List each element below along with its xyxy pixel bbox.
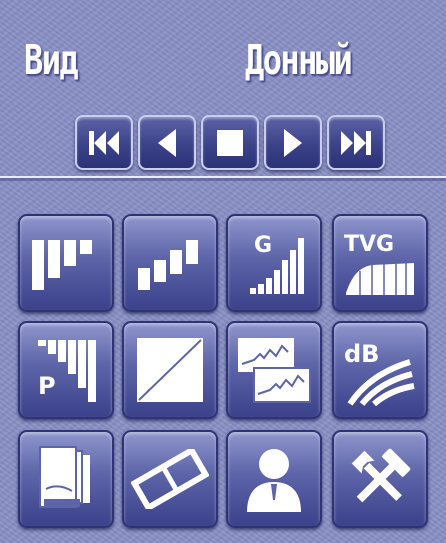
tvg-curve-icon: TVG <box>344 232 414 295</box>
pages-button[interactable] <box>18 430 114 528</box>
diagonal-line-icon <box>137 338 203 402</box>
play-icon <box>284 128 302 157</box>
previous-button[interactable] <box>138 115 196 170</box>
rising-bars-button[interactable] <box>122 214 218 312</box>
gain-button[interactable]: G <box>226 214 322 312</box>
decibel-waves-icon: dB <box>344 340 415 406</box>
diagonal-button[interactable] <box>122 321 218 419</box>
tvg-button[interactable]: TVG <box>332 214 428 312</box>
transport-controls <box>75 115 385 170</box>
power-letter: P <box>38 372 56 400</box>
view-row: Вид Донный <box>0 30 446 90</box>
gain-letter: G <box>254 233 272 258</box>
tilted-frame-icon <box>131 449 209 509</box>
rising-bars-icon <box>138 240 198 290</box>
skip-back-icon <box>89 130 119 155</box>
tools-icon <box>351 448 411 503</box>
view-label: Вид <box>24 36 79 84</box>
function-grid: G TVG P dB <box>18 214 428 540</box>
histogram-icon <box>32 240 92 290</box>
play-button[interactable] <box>264 115 322 170</box>
view-mode-value[interactable]: Донный <box>245 30 353 90</box>
user-button[interactable] <box>226 430 322 528</box>
tilted-frame-button[interactable] <box>122 430 218 528</box>
stop-button[interactable] <box>201 115 259 170</box>
power-button[interactable]: P <box>18 321 114 419</box>
waveform-button[interactable] <box>226 321 322 419</box>
skip-forward-icon <box>341 130 371 155</box>
stacked-pages-icon <box>39 446 90 508</box>
decibel-button[interactable]: dB <box>332 321 428 419</box>
gain-bars-icon: G <box>250 233 304 294</box>
tvg-label: TVG <box>344 232 394 257</box>
user-icon <box>247 449 301 512</box>
stacked-waveforms-icon <box>238 338 311 403</box>
play-reverse-icon <box>158 128 176 157</box>
power-bars-icon: P <box>38 340 96 402</box>
stop-icon <box>217 129 243 156</box>
forward-button[interactable] <box>327 115 385 170</box>
rewind-button[interactable] <box>75 115 133 170</box>
decibel-label: dB <box>344 340 379 368</box>
histogram-button[interactable] <box>18 214 114 312</box>
tools-button[interactable] <box>332 430 428 528</box>
header-panel: Вид Донный <box>0 0 446 178</box>
